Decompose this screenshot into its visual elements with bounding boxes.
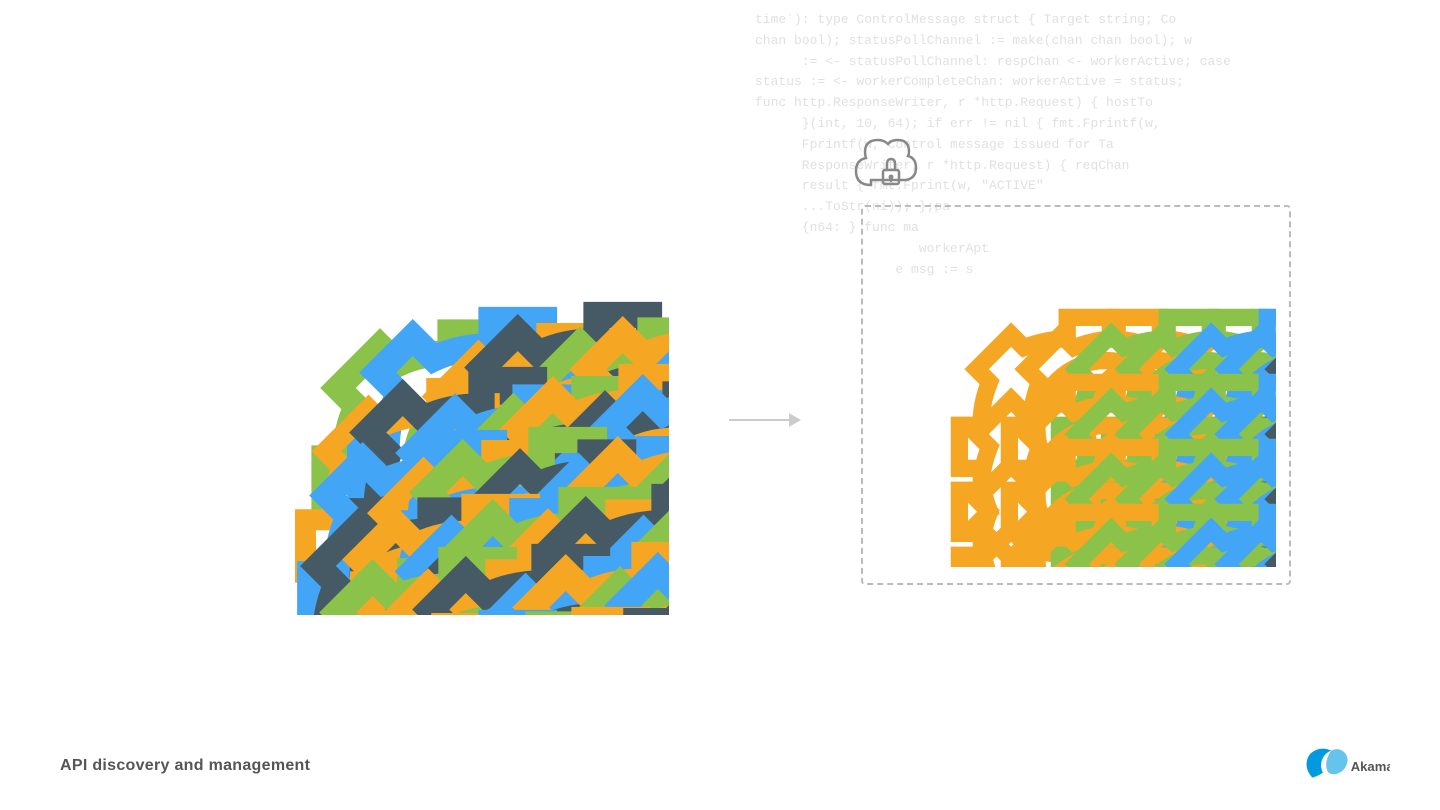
cloud-lock-icon — [851, 135, 931, 200]
page-title: API discovery and management — [60, 757, 310, 775]
right-panel-organized — [861, 205, 1291, 585]
organized-gears-svg — [876, 222, 1276, 567]
akamai-wordmark: Akamai — [1351, 759, 1390, 774]
arrow-head — [789, 413, 801, 427]
scattered-gears-svg — [149, 195, 669, 615]
organized-gears-container — [861, 205, 1291, 585]
direction-arrow — [729, 413, 801, 427]
akamai-logo: Akamai — [1300, 745, 1390, 785]
left-panel-scattered — [149, 195, 669, 615]
main-content — [0, 0, 1440, 810]
arrow-line — [729, 419, 789, 421]
